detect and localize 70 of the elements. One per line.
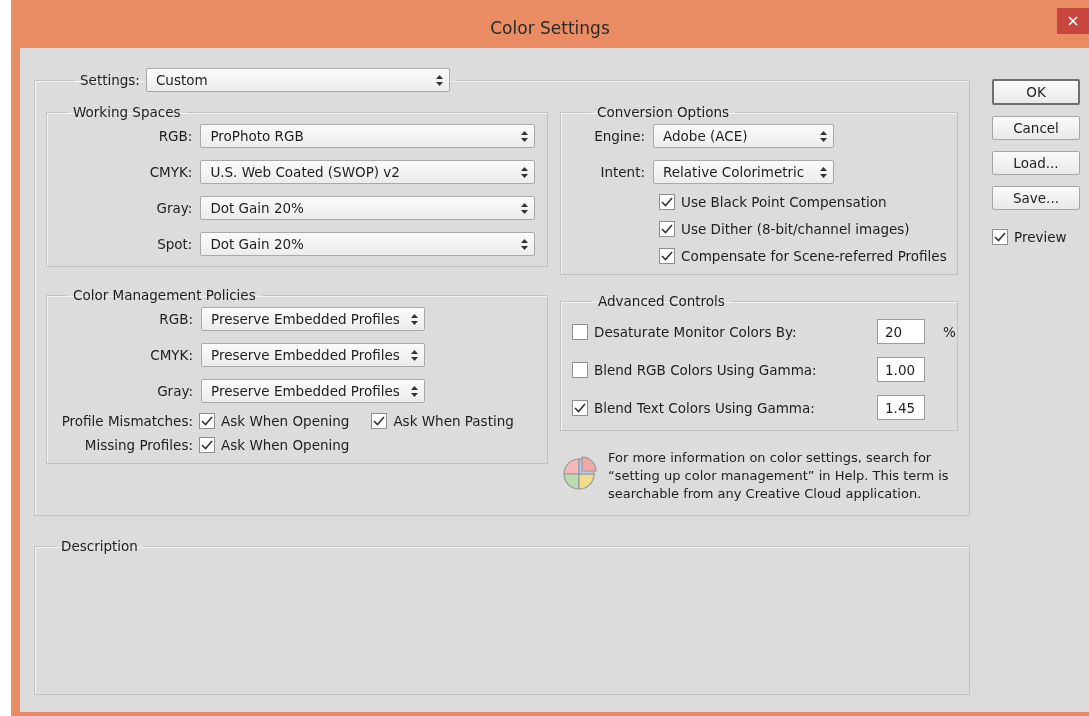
profile-dropdown[interactable]: ProPhoto RGB bbox=[200, 124, 535, 148]
info-text: For more information on color settings, search for “setting up color management” in Help. This term is searchable from any Creative Cloud application. bbox=[608, 449, 950, 503]
checkbox-label: Desaturate Monitor Colors By: bbox=[594, 323, 798, 340]
option-dropdown[interactable]: Adobe (ACE) bbox=[653, 124, 834, 148]
field-label: RGB: bbox=[157, 128, 193, 144]
group-title: Color Management Policies bbox=[72, 287, 257, 303]
updown-arrows-icon bbox=[820, 166, 827, 178]
updown-arrows-icon bbox=[521, 238, 528, 250]
dialog-button[interactable]: OK bbox=[992, 79, 1080, 105]
group-title: Advanced Controls bbox=[597, 293, 726, 309]
checkbox-label: Use Black Point Compensation bbox=[681, 194, 887, 210]
checkbox[interactable] bbox=[572, 361, 588, 378]
close-button[interactable] bbox=[1057, 8, 1089, 34]
updown-arrows-icon bbox=[521, 166, 528, 178]
checkbox[interactable] bbox=[659, 248, 675, 264]
checkbox-label: Ask When Pasting bbox=[393, 413, 514, 429]
policy-dropdown[interactable]: Preserve Embedded Profiles bbox=[201, 343, 425, 367]
checkbox-label: Ask When Opening bbox=[221, 437, 350, 453]
updown-arrows-icon bbox=[820, 130, 827, 142]
group-title: Conversion Options bbox=[596, 104, 731, 120]
updown-arrows-icon bbox=[411, 385, 418, 397]
field-label: Intent: bbox=[599, 164, 645, 180]
updown-arrows-icon bbox=[521, 130, 528, 142]
updown-arrows-icon bbox=[435, 74, 443, 86]
field-label: CMYK: bbox=[149, 347, 193, 363]
policy-dropdown[interactable]: Preserve Embedded Profiles bbox=[201, 307, 425, 331]
checkbox[interactable] bbox=[199, 413, 215, 429]
checkbox-label: Ask When Opening bbox=[221, 413, 350, 429]
policy-dropdown[interactable]: Preserve Embedded Profiles bbox=[201, 379, 425, 403]
close-icon bbox=[1068, 16, 1078, 26]
field-label: Missing Profiles: bbox=[83, 437, 193, 453]
unit-label: % bbox=[943, 323, 956, 340]
field-label: Profile Mismatches: bbox=[60, 413, 193, 429]
checkbox-label: Use Dither (8-bit/channel images) bbox=[681, 221, 910, 237]
window-title: Color Settings bbox=[490, 17, 610, 38]
option-dropdown[interactable]: Relative Colorimetric bbox=[653, 160, 834, 184]
group-title: Working Spaces bbox=[72, 104, 182, 120]
checkbox-label: Blend Text Colors Using Gamma: bbox=[594, 399, 816, 416]
updown-arrows-icon bbox=[521, 202, 528, 214]
updown-arrows-icon bbox=[411, 349, 418, 361]
checkbox[interactable] bbox=[371, 413, 388, 429]
profile-dropdown[interactable]: U.S. Web Coated (SWOP) v2 bbox=[200, 160, 535, 184]
profile-dropdown[interactable]: Dot Gain 20% bbox=[200, 232, 535, 256]
field-label: Engine: bbox=[593, 128, 645, 144]
checkbox[interactable] bbox=[659, 194, 675, 210]
checkbox[interactable] bbox=[659, 221, 675, 237]
checkbox-label: Preview bbox=[1014, 229, 1067, 245]
group-title: Description bbox=[60, 538, 139, 554]
field-label: Gray: bbox=[155, 200, 193, 216]
number-field[interactable]: 1.45 bbox=[877, 395, 925, 420]
checkbox[interactable] bbox=[572, 399, 588, 416]
checkbox-label: Blend RGB Colors Using Gamma: bbox=[594, 361, 818, 378]
number-field[interactable]: 20 bbox=[877, 319, 925, 344]
dialog-button[interactable]: Save... bbox=[992, 186, 1080, 210]
number-field[interactable]: 1.00 bbox=[877, 357, 925, 382]
field-label: Spot: bbox=[156, 236, 193, 252]
field-label: CMYK: bbox=[148, 164, 193, 180]
checkbox[interactable] bbox=[992, 229, 1008, 245]
field-label: Gray: bbox=[156, 383, 193, 399]
updown-arrows-icon bbox=[411, 313, 418, 325]
dialog-button[interactable]: Cancel bbox=[992, 116, 1080, 140]
settings-dropdown[interactable]: Custom bbox=[145, 68, 450, 92]
dialog-button[interactable]: Load... bbox=[992, 151, 1080, 175]
color-wheel-icon bbox=[560, 455, 598, 493]
profile-dropdown[interactable]: Dot Gain 20% bbox=[200, 196, 535, 220]
checkbox[interactable] bbox=[199, 437, 215, 453]
field-label: RGB: bbox=[158, 311, 193, 327]
checkbox-label: Compensate for Scene-referred Profiles bbox=[681, 248, 947, 264]
settings-label: Settings: bbox=[80, 72, 140, 88]
checkbox[interactable] bbox=[572, 323, 588, 340]
